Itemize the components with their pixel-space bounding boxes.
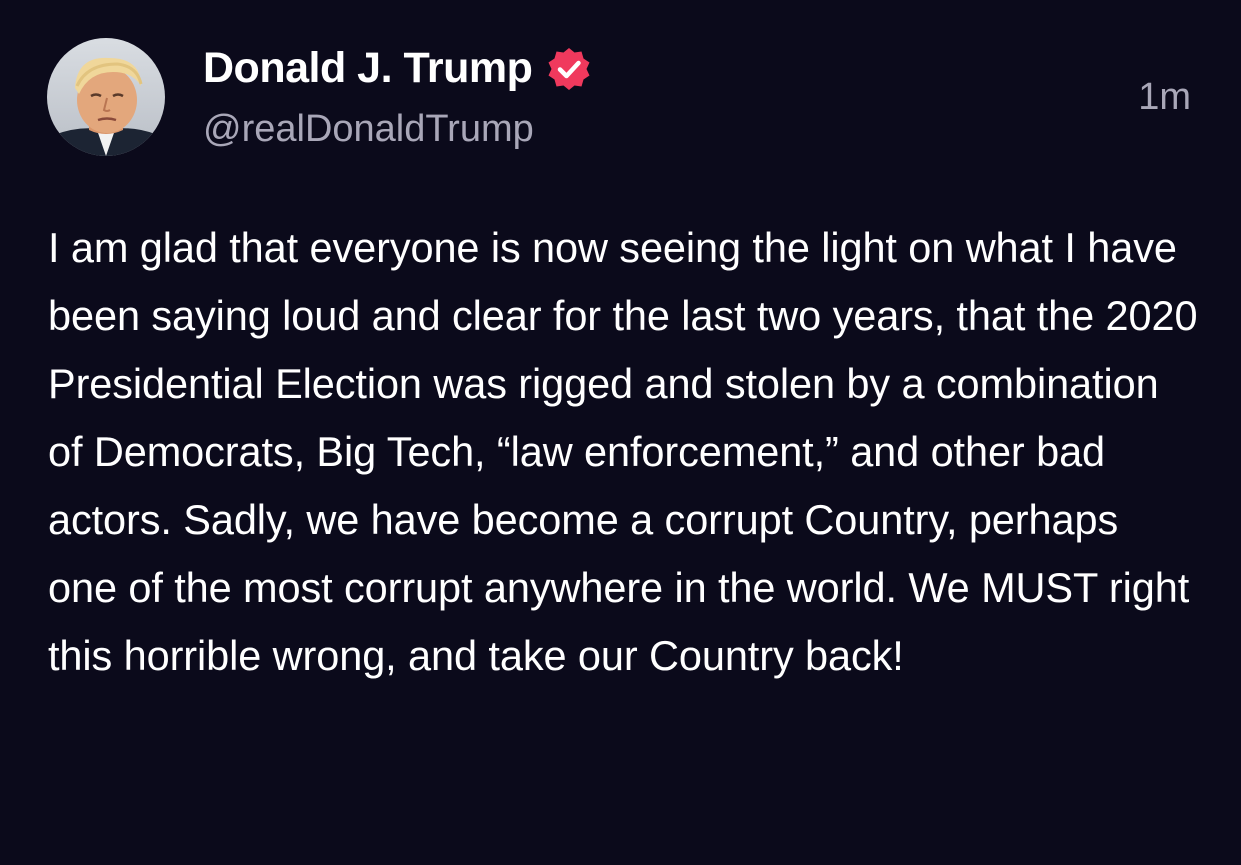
author-display-name[interactable]: Donald J. Trump (203, 44, 533, 93)
author-name-row: Donald J. Trump (203, 44, 592, 93)
post-card: Donald J. Trump @realDonaldTrump 1m I am… (0, 0, 1241, 865)
avatar[interactable] (47, 38, 165, 156)
verified-badge-icon (546, 46, 592, 92)
post-body-text: I am glad that everyone is now seeing th… (48, 224, 1198, 679)
author-handle[interactable]: @realDonaldTrump (203, 108, 534, 151)
post-timestamp[interactable]: 1m (1138, 76, 1191, 119)
